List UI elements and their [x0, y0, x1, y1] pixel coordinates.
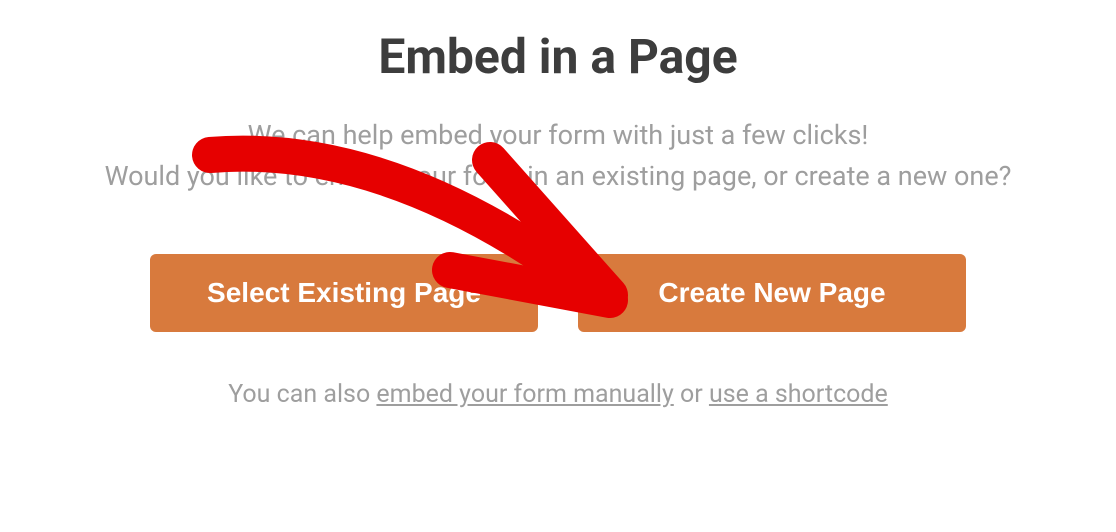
footer-middle: or [674, 380, 709, 409]
description-line-1: We can help embed your form with just a … [248, 119, 869, 151]
description-line-2: Would you like to embed your form in an … [105, 160, 1012, 192]
use-shortcode-link[interactable]: use a shortcode [709, 380, 888, 409]
create-new-page-button[interactable]: Create New Page [578, 254, 966, 332]
description-text: We can help embed your form with just a … [105, 115, 1012, 196]
embed-manually-link[interactable]: embed your form manually [376, 380, 673, 409]
footer-prefix: You can also [228, 380, 376, 409]
footer-text: You can also embed your form manually or… [228, 380, 888, 409]
button-row: Select Existing Page Create New Page [150, 254, 966, 332]
select-existing-page-button[interactable]: Select Existing Page [150, 254, 538, 332]
page-title: Embed in a Page [378, 28, 737, 85]
